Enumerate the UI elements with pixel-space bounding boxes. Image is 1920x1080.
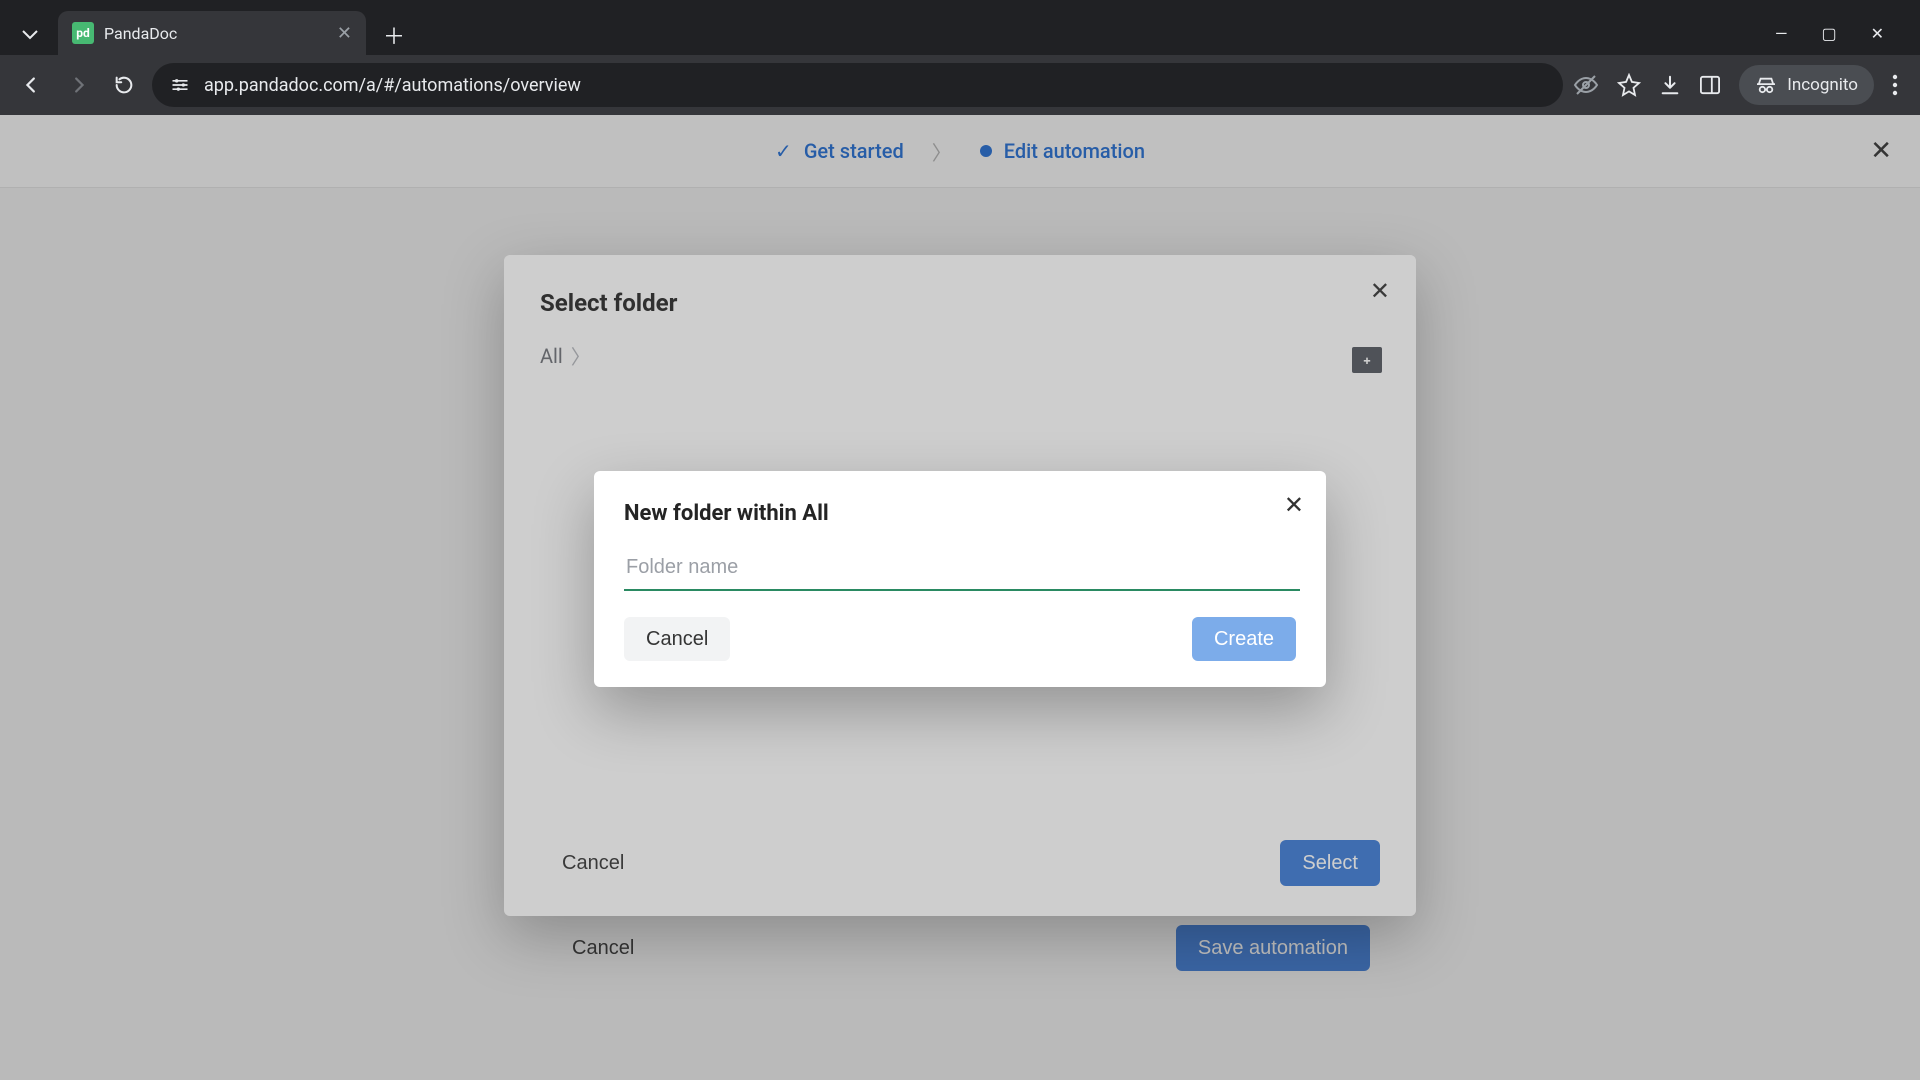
select-folder-dialog: Select folder ✕ All 〉 Cancel Select New … (504, 255, 1416, 916)
sidepanel-icon[interactable] (1699, 75, 1721, 95)
close-window-icon[interactable]: ✕ (1871, 24, 1884, 43)
reload-button[interactable] (106, 67, 142, 103)
back-button[interactable] (14, 67, 50, 103)
toolbar-right: Incognito (1573, 65, 1906, 105)
reload-icon (113, 74, 135, 96)
folder-name-input[interactable] (624, 546, 1300, 591)
new-folder-footer: Cancel Create (624, 617, 1296, 661)
downloads-icon[interactable] (1659, 74, 1681, 96)
browser-tab-active[interactable]: pd PandaDoc ✕ (58, 11, 366, 55)
browser-chrome: pd PandaDoc ✕ ＋ — ▢ ✕ app.pandadoc.com/a… (0, 0, 1920, 115)
tab-search-button[interactable] (10, 15, 50, 55)
minimize-icon[interactable]: — (1775, 24, 1788, 43)
arrow-right-icon (67, 74, 89, 96)
window-controls: — ▢ ✕ (1749, 11, 1910, 55)
incognito-label: Incognito (1787, 75, 1858, 95)
site-settings-icon (170, 76, 190, 94)
kebab-menu-icon[interactable] (1892, 74, 1898, 96)
incognito-badge[interactable]: Incognito (1739, 65, 1874, 105)
eye-off-icon[interactable] (1573, 74, 1599, 96)
maximize-icon[interactable]: ▢ (1821, 24, 1836, 43)
address-bar[interactable]: app.pandadoc.com/a/#/automations/overvie… (152, 63, 1563, 107)
new-folder-create-button[interactable]: Create (1192, 617, 1296, 661)
favicon-pandadoc: pd (72, 22, 94, 44)
close-new-folder-button[interactable]: ✕ (1284, 491, 1304, 519)
close-tab-icon[interactable]: ✕ (337, 23, 352, 44)
omnibar: app.pandadoc.com/a/#/automations/overvie… (0, 55, 1920, 115)
new-folder-title: New folder within All (624, 501, 1296, 526)
incognito-icon (1755, 76, 1777, 94)
url-text: app.pandadoc.com/a/#/automations/overvie… (204, 75, 581, 96)
bookmark-star-icon[interactable] (1617, 73, 1641, 97)
app-page: ✓ Get started 〉 Edit automation ✕ Cancel… (0, 115, 1920, 1080)
new-tab-button[interactable]: ＋ (374, 15, 414, 55)
forward-button[interactable] (60, 67, 96, 103)
tab-strip: pd PandaDoc ✕ ＋ — ▢ ✕ (0, 0, 1920, 55)
new-folder-cancel-button[interactable]: Cancel (624, 617, 730, 661)
new-folder-dialog: New folder within All ✕ Cancel Create (594, 471, 1326, 687)
tab-title: PandaDoc (104, 24, 327, 43)
chevron-down-icon (22, 30, 38, 40)
arrow-left-icon (21, 74, 43, 96)
